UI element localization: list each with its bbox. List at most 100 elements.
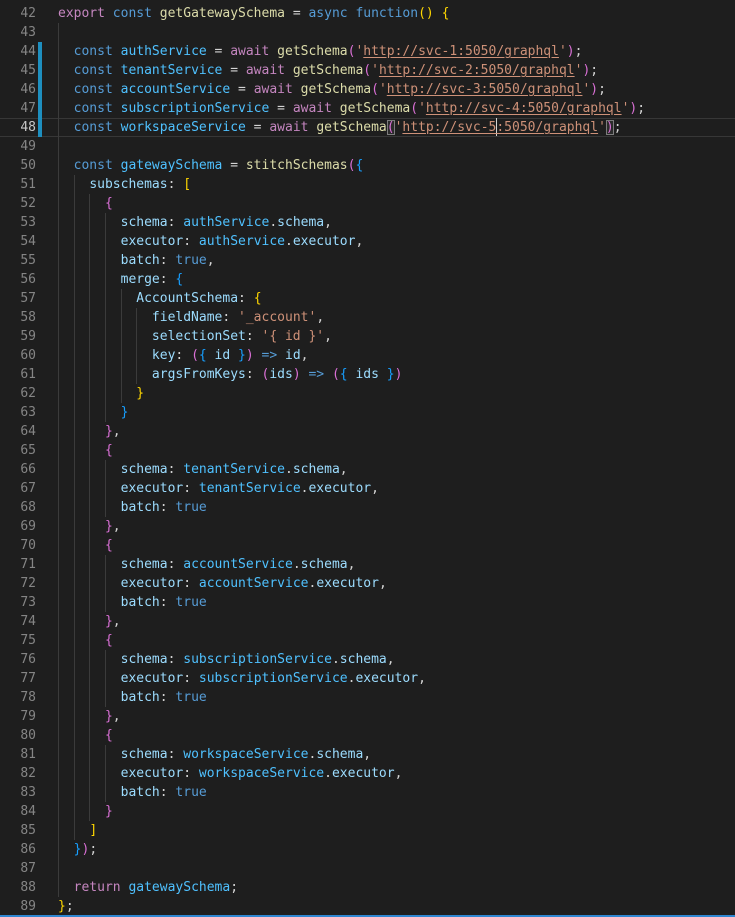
code-text[interactable]: executor: tenantService.executor,: [58, 479, 735, 498]
code-line[interactable]: 46 const accountService = await getSchem…: [0, 80, 735, 99]
line-number[interactable]: 70: [0, 536, 36, 555]
code-line[interactable]: 62 }: [0, 384, 735, 403]
line-number[interactable]: 84: [0, 802, 36, 821]
line-number[interactable]: 61: [0, 365, 36, 384]
code-line[interactable]: 73 batch: true: [0, 593, 735, 612]
code-line[interactable]: 80 {: [0, 726, 735, 745]
line-number[interactable]: 81: [0, 745, 36, 764]
code-text[interactable]: selectionSet: '{ id }',: [58, 327, 735, 346]
code-line[interactable]: 55 batch: true,: [0, 251, 735, 270]
code-text[interactable]: [58, 859, 735, 878]
code-line[interactable]: 78 batch: true: [0, 688, 735, 707]
line-number[interactable]: 54: [0, 232, 36, 251]
line-number[interactable]: 57: [0, 289, 36, 308]
code-text[interactable]: const tenantService = await getSchema('h…: [58, 61, 735, 80]
code-text[interactable]: const authService = await getSchema('htt…: [58, 42, 735, 61]
code-text[interactable]: batch: true,: [58, 251, 735, 270]
code-text[interactable]: }: [58, 802, 735, 821]
code-line[interactable]: 63 }: [0, 403, 735, 422]
code-line[interactable]: 72 executor: accountService.executor,: [0, 574, 735, 593]
code-line[interactable]: 75 {: [0, 631, 735, 650]
code-text[interactable]: schema: authService.schema,: [58, 213, 735, 232]
code-line[interactable]: 69 },: [0, 517, 735, 536]
line-number[interactable]: 64: [0, 422, 36, 441]
code-line[interactable]: 50 const gatewaySchema = stitchSchemas({: [0, 156, 735, 175]
code-text[interactable]: {: [58, 726, 735, 745]
code-text[interactable]: {: [58, 631, 735, 650]
line-number[interactable]: 63: [0, 403, 36, 422]
code-line[interactable]: 79 },: [0, 707, 735, 726]
code-line[interactable]: 58 fieldName: '_account',: [0, 308, 735, 327]
code-line[interactable]: 67 executor: tenantService.executor,: [0, 479, 735, 498]
code-text[interactable]: const subscriptionService = await getSch…: [58, 99, 735, 118]
line-number[interactable]: 74: [0, 612, 36, 631]
code-line[interactable]: 87: [0, 859, 735, 878]
line-number[interactable]: 42: [0, 4, 36, 23]
code-editor[interactable]: 42 export const getGatewaySchema = async …: [0, 0, 735, 917]
line-number[interactable]: 46: [0, 80, 36, 99]
code-line[interactable]: 47 const subscriptionService = await get…: [0, 99, 735, 118]
line-number[interactable]: 87: [0, 859, 36, 878]
code-text[interactable]: {: [58, 441, 735, 460]
code-text[interactable]: [58, 137, 735, 156]
line-number[interactable]: 79: [0, 707, 36, 726]
line-number[interactable]: 89: [0, 897, 36, 916]
code-line[interactable]: 59 selectionSet: '{ id }',: [0, 327, 735, 346]
code-line[interactable]: 64 },: [0, 422, 735, 441]
code-text[interactable]: subschemas: [: [58, 175, 735, 194]
line-number[interactable]: 73: [0, 593, 36, 612]
line-number[interactable]: 65: [0, 441, 36, 460]
code-line[interactable]: 81 schema: workspaceService.schema,: [0, 745, 735, 764]
code-text[interactable]: }: [58, 384, 735, 403]
code-text[interactable]: },: [58, 707, 735, 726]
code-line[interactable]: 45 const tenantService = await getSchema…: [0, 61, 735, 80]
code-text[interactable]: },: [58, 612, 735, 631]
code-text[interactable]: return gatewaySchema;: [58, 878, 735, 897]
line-number[interactable]: 52: [0, 194, 36, 213]
line-number[interactable]: 47: [0, 99, 36, 118]
code-line[interactable]: 65 {: [0, 441, 735, 460]
code-line[interactable]: 44 const authService = await getSchema('…: [0, 42, 735, 61]
code-line[interactable]: 88 return gatewaySchema;: [0, 878, 735, 897]
code-line[interactable]: 42 export const getGatewaySchema = async …: [0, 4, 735, 23]
line-number[interactable]: 58: [0, 308, 36, 327]
code-line[interactable]: 51 subschemas: [: [0, 175, 735, 194]
code-line[interactable]: 71 schema: accountService.schema,: [0, 555, 735, 574]
code-text[interactable]: AccountSchema: {: [58, 289, 735, 308]
line-number[interactable]: 59: [0, 327, 36, 346]
code-line[interactable]: 74 },: [0, 612, 735, 631]
line-number[interactable]: 51: [0, 175, 36, 194]
code-text[interactable]: });: [58, 840, 735, 859]
code-line[interactable]: 85 ]: [0, 821, 735, 840]
line-number[interactable]: 71: [0, 555, 36, 574]
line-number[interactable]: 55: [0, 251, 36, 270]
code-text[interactable]: },: [58, 517, 735, 536]
line-number[interactable]: 76: [0, 650, 36, 669]
line-number[interactable]: 45: [0, 61, 36, 80]
code-text[interactable]: export const getGatewaySchema = async fu…: [58, 4, 735, 23]
code-text[interactable]: executor: authService.executor,: [58, 232, 735, 251]
line-number[interactable]: 68: [0, 498, 36, 517]
code-line[interactable]: 48 const workspaceService = await getSch…: [0, 118, 735, 137]
line-number[interactable]: 43: [0, 23, 36, 42]
code-line[interactable]: 70 {: [0, 536, 735, 555]
line-number[interactable]: 66: [0, 460, 36, 479]
code-text[interactable]: };: [58, 897, 735, 916]
line-number[interactable]: 77: [0, 669, 36, 688]
code-line[interactable]: 89};: [0, 897, 735, 916]
line-number[interactable]: 82: [0, 764, 36, 783]
line-number[interactable]: 67: [0, 479, 36, 498]
line-number[interactable]: 80: [0, 726, 36, 745]
code-text[interactable]: batch: true: [58, 498, 735, 517]
line-number[interactable]: 85: [0, 821, 36, 840]
code-text[interactable]: const workspaceService = await getSchema…: [58, 118, 735, 137]
code-line[interactable]: 76 schema: subscriptionService.schema,: [0, 650, 735, 669]
code-text[interactable]: schema: subscriptionService.schema,: [58, 650, 735, 669]
code-text[interactable]: key: ({ id }) => id,: [58, 346, 735, 365]
line-number[interactable]: 62: [0, 384, 36, 403]
code-line[interactable]: 54 executor: authService.executor,: [0, 232, 735, 251]
code-text[interactable]: },: [58, 422, 735, 441]
code-text[interactable]: batch: true: [58, 593, 735, 612]
code-line[interactable]: 49: [0, 137, 735, 156]
line-number[interactable]: 44: [0, 42, 36, 61]
